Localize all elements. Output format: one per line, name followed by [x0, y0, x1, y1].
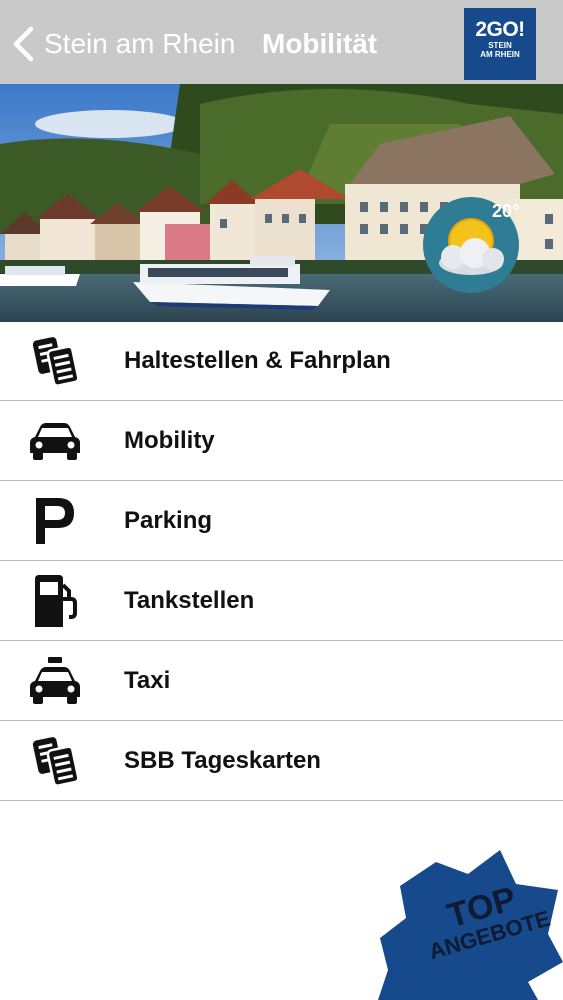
- tickets-icon: [28, 733, 82, 789]
- menu-item-tankstellen[interactable]: Tankstellen: [0, 561, 563, 641]
- nav-bar: Stein am Rhein Mobilität 2GO! STEIN AM R…: [0, 0, 563, 84]
- menu-item-label: Haltestellen & Fahrplan: [124, 347, 391, 374]
- menu-item-taxi[interactable]: Taxi: [0, 641, 563, 721]
- menu-item-sbb-tageskarten[interactable]: SBB Tageskarten: [0, 721, 563, 801]
- menu-item-label: Mobility: [124, 427, 215, 454]
- menu-item-mobility[interactable]: Mobility: [0, 401, 563, 481]
- menu-item-label: Tankstellen: [124, 587, 255, 614]
- mobility-menu: Haltestellen & Fahrplan Mobility Parking: [0, 321, 563, 801]
- app-logo: 2GO! STEIN AM RHEIN: [464, 8, 536, 80]
- menu-item-parking[interactable]: Parking: [0, 481, 563, 561]
- logo-subtitle-1: STEIN: [488, 41, 512, 50]
- car-icon: [28, 413, 82, 469]
- menu-item-haltestellen[interactable]: Haltestellen & Fahrplan: [0, 321, 563, 401]
- logo-text: 2GO!: [475, 18, 525, 41]
- menu-item-label: Taxi: [124, 667, 171, 694]
- temperature-label: 20°: [492, 201, 520, 221]
- page-title: Mobilität: [262, 28, 378, 59]
- back-button[interactable]: Stein am Rhein: [12, 22, 235, 66]
- back-label: Stein am Rhein: [44, 28, 236, 59]
- logo-subtitle-2: AM RHEIN: [480, 50, 520, 59]
- parking-icon: [28, 493, 82, 549]
- chevron-left-icon: [13, 26, 34, 62]
- menu-item-label: SBB Tageskarten: [124, 747, 321, 774]
- fuel-pump-icon: [28, 573, 82, 629]
- taxi-icon: [28, 653, 82, 709]
- menu-item-label: Parking: [124, 507, 213, 534]
- tickets-icon: [28, 333, 82, 389]
